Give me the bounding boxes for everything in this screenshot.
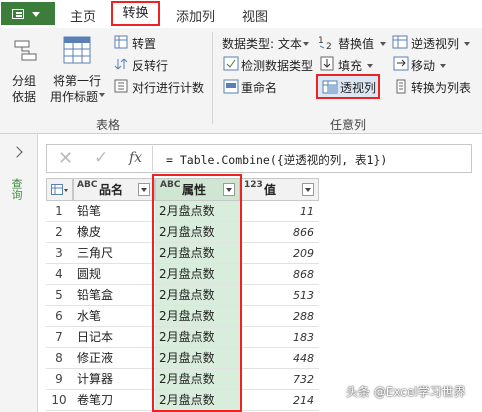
row-number: 8 (55, 351, 63, 365)
cell-value: 11 (300, 205, 314, 218)
table-corner-menu[interactable] (46, 178, 73, 201)
detect-type-icon (223, 56, 239, 71)
tab-view[interactable]: 视图 (242, 6, 268, 25)
cell-value: 214 (293, 394, 314, 407)
row-number: 10 (51, 393, 67, 407)
unpivot-icon (392, 35, 408, 49)
ribbon-separator (212, 32, 213, 124)
to-list-icon (396, 79, 406, 94)
attribute-column-annotation-box (152, 174, 242, 412)
cell-value: 448 (293, 352, 314, 365)
chevron-down-icon (367, 64, 373, 68)
cancel-formula-icon[interactable]: ✕ (58, 148, 73, 169)
row-number: 3 (55, 246, 63, 260)
chevron-down-icon (303, 42, 309, 46)
pivot-label: 透视列 (340, 81, 377, 95)
cell-name: 铅笔 (77, 204, 102, 218)
transpose-label: 转置 (132, 37, 157, 51)
cell-name: 铅笔盒 (77, 288, 114, 302)
move-label: 移动 (411, 59, 436, 73)
commit-formula-icon[interactable]: ✓ (94, 148, 108, 168)
cell-name: 计算器 (77, 372, 114, 386)
column-filter-dropdown[interactable] (138, 183, 150, 196)
tab-add-column[interactable]: 添加列 (176, 6, 215, 25)
formula-divider (152, 146, 153, 171)
cell-value: 868 (293, 268, 314, 281)
cell-name: 卷笔刀 (77, 393, 114, 407)
watermark: 头条 @Excel学习世界 (346, 385, 466, 399)
group-by-icon (14, 40, 37, 61)
cell-name: 三角尺 (77, 246, 114, 260)
group-by-label: 分组 (12, 74, 37, 88)
detect-type-label: 检测数据类型 (241, 59, 314, 73)
tab-transform[interactable]: 转换 (111, 1, 160, 26)
row-number: 1 (55, 204, 63, 218)
chevron-down-icon (464, 42, 470, 46)
rename-label: 重命名 (241, 81, 278, 95)
menu-icon (12, 9, 24, 19)
fill-label: 填充 (338, 59, 363, 73)
cell-value: 209 (293, 247, 314, 260)
table-icon (51, 184, 68, 195)
column-filter-dropdown[interactable] (302, 183, 314, 196)
row-number: 2 (55, 225, 63, 239)
data-type-label: 数据类型: 文本 (222, 37, 302, 51)
cell-name: 日记本 (77, 330, 114, 344)
svg-text:2: 2 (326, 42, 332, 50)
cell-value: 183 (293, 331, 314, 344)
move-icon (393, 56, 409, 71)
chevron-down-icon (99, 93, 105, 97)
count-rows-label: 对行进行计数 (132, 81, 205, 95)
transpose-icon (114, 35, 128, 49)
cell-value: 866 (293, 226, 314, 239)
file-menu-button[interactable] (1, 2, 55, 25)
cell-value: 288 (293, 310, 314, 323)
fx-icon[interactable]: fx (129, 150, 142, 166)
reverse-rows-label: 反转行 (132, 59, 169, 73)
cell-name: 橡皮 (77, 225, 102, 239)
first-row-header-label: 将第一行 (53, 74, 102, 88)
formula-input[interactable]: = Table.Combine({逆透视的列, 表1}) (166, 152, 387, 168)
svg-text:1: 1 (318, 36, 324, 46)
unpivot-label: 逆透视列 (411, 37, 460, 51)
cell-value: 513 (293, 289, 314, 302)
fill-down-icon (320, 56, 334, 71)
chevron-down-icon (380, 42, 386, 46)
pivot-icon (322, 80, 338, 94)
pivot-column-button[interactable]: 透视列 (316, 74, 380, 99)
cell-name: 水笔 (77, 309, 102, 323)
text-type-icon[interactable]: ABC (77, 181, 97, 190)
ribbon: 分组 依据 将第一行 用作标题 转置 反转行 对行进行计数 表格 数据类型: 文 (0, 28, 482, 134)
any-column-group-label: 任意列 (330, 118, 367, 132)
row-number: 6 (55, 309, 63, 323)
row-number: 9 (55, 372, 63, 386)
cell-name: 修正液 (77, 351, 114, 365)
count-rows-icon (114, 79, 128, 93)
to-list-label: 转换为列表 (411, 81, 472, 95)
first-row-header-label-2: 用作标题 (50, 90, 99, 104)
group-by-label-2: 依据 (12, 90, 37, 104)
table-group-label: 表格 (96, 118, 121, 132)
row-number: 7 (55, 330, 63, 344)
column-name-label: 品名 (99, 183, 124, 197)
queries-pane-collapsed (0, 134, 38, 412)
queries-pane-label[interactable]: 查询 (10, 178, 24, 200)
column-value-label: 值 (264, 183, 277, 197)
chevron-down-icon (32, 12, 40, 17)
number-type-icon[interactable]: 123 (244, 181, 263, 190)
row-number: 5 (55, 288, 63, 302)
replace-values-icon: 1 2 (318, 36, 332, 50)
row-number: 4 (55, 267, 63, 281)
replace-values-label: 替换值 (338, 37, 375, 51)
tab-home[interactable]: 主页 (70, 6, 96, 25)
cell-value: 732 (293, 373, 314, 386)
chevron-down-icon (440, 64, 446, 68)
reverse-rows-icon (114, 58, 128, 70)
table-header-icon (63, 36, 91, 64)
cell-name: 圆规 (77, 267, 102, 281)
rename-icon (223, 79, 239, 94)
